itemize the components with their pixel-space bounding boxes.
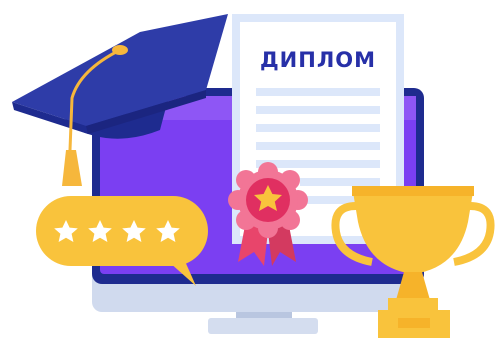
diploma-line [256, 106, 380, 114]
trophy-rim [352, 186, 474, 196]
education-achievement-illustration: ДИПЛОМ [0, 0, 496, 342]
diploma-line [256, 142, 380, 150]
diploma-line [256, 88, 380, 96]
trophy-icon [331, 186, 495, 338]
diploma-line [300, 178, 380, 186]
trophy-base-top [388, 298, 438, 310]
tassel-icon [62, 150, 82, 186]
trophy-plaque [398, 318, 430, 328]
monitor-stand-base [208, 318, 318, 334]
diploma-title: ДИПЛОМ [260, 48, 376, 72]
diploma-line [256, 124, 380, 132]
